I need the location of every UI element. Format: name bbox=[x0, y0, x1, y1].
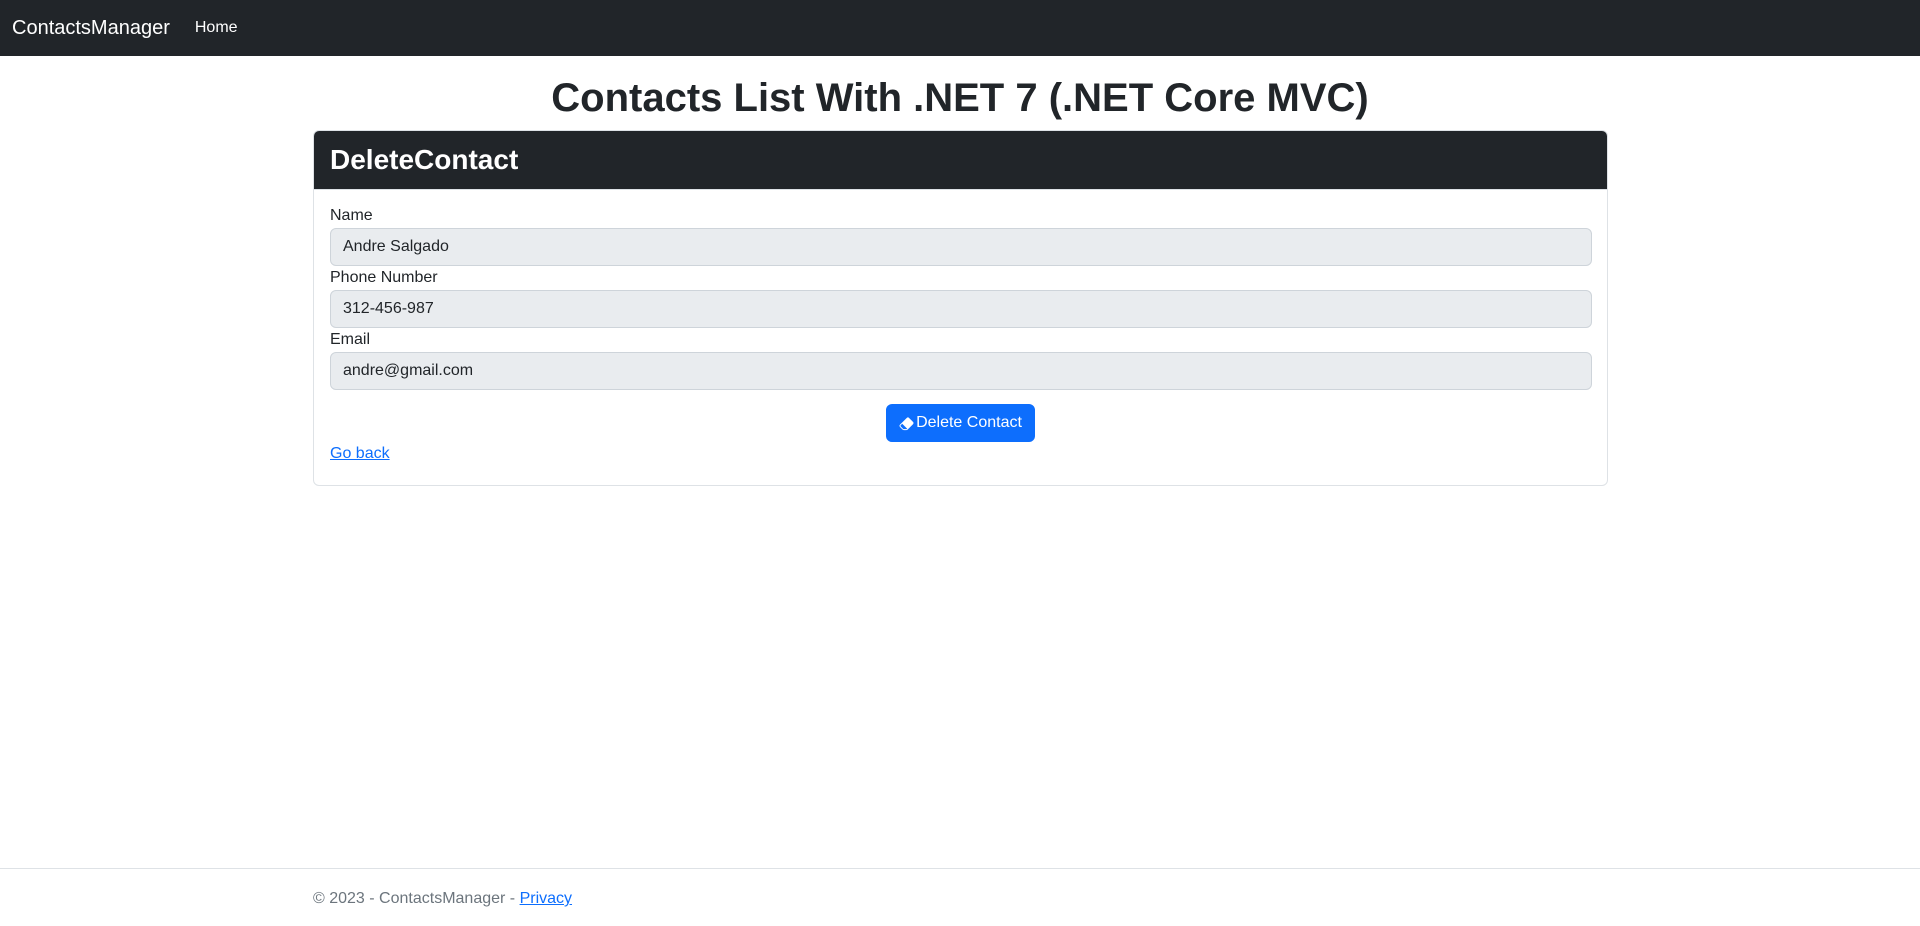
footer: © 2023 - ContactsManager - Privacy bbox=[0, 868, 1920, 926]
go-back-link[interactable]: Go back bbox=[330, 445, 390, 463]
delete-button-label: Delete Contact bbox=[916, 414, 1022, 431]
footer-text: © 2023 - ContactsManager - Privacy bbox=[313, 890, 572, 908]
button-row: Delete Contact bbox=[330, 404, 1591, 442]
phone-label: Phone Number bbox=[330, 269, 438, 286]
privacy-link[interactable]: Privacy bbox=[520, 890, 572, 907]
card-title: DeleteContact bbox=[330, 144, 519, 175]
delete-contact-card: DeleteContact Name Phone Number Email De… bbox=[313, 130, 1608, 486]
eraser-icon bbox=[899, 417, 914, 430]
name-field[interactable] bbox=[330, 228, 1592, 266]
nav-link-home[interactable]: Home bbox=[195, 19, 238, 37]
email-field[interactable] bbox=[330, 352, 1592, 390]
card-body: Name Phone Number Email Delete Contact G… bbox=[314, 190, 1607, 463]
footer-copyright: © 2023 - ContactsManager - bbox=[313, 890, 520, 907]
name-label: Name bbox=[330, 207, 373, 224]
top-navbar: ContactsManager Home bbox=[0, 0, 1920, 56]
brand-link[interactable]: ContactsManager bbox=[12, 17, 170, 40]
email-label: Email bbox=[330, 331, 371, 348]
delete-contact-button[interactable]: Delete Contact bbox=[886, 404, 1035, 442]
page-title: Contacts List With .NET 7 (.NET Core MVC… bbox=[551, 76, 1369, 120]
card-header: DeleteContact bbox=[314, 131, 1607, 190]
phone-field[interactable] bbox=[330, 290, 1592, 328]
